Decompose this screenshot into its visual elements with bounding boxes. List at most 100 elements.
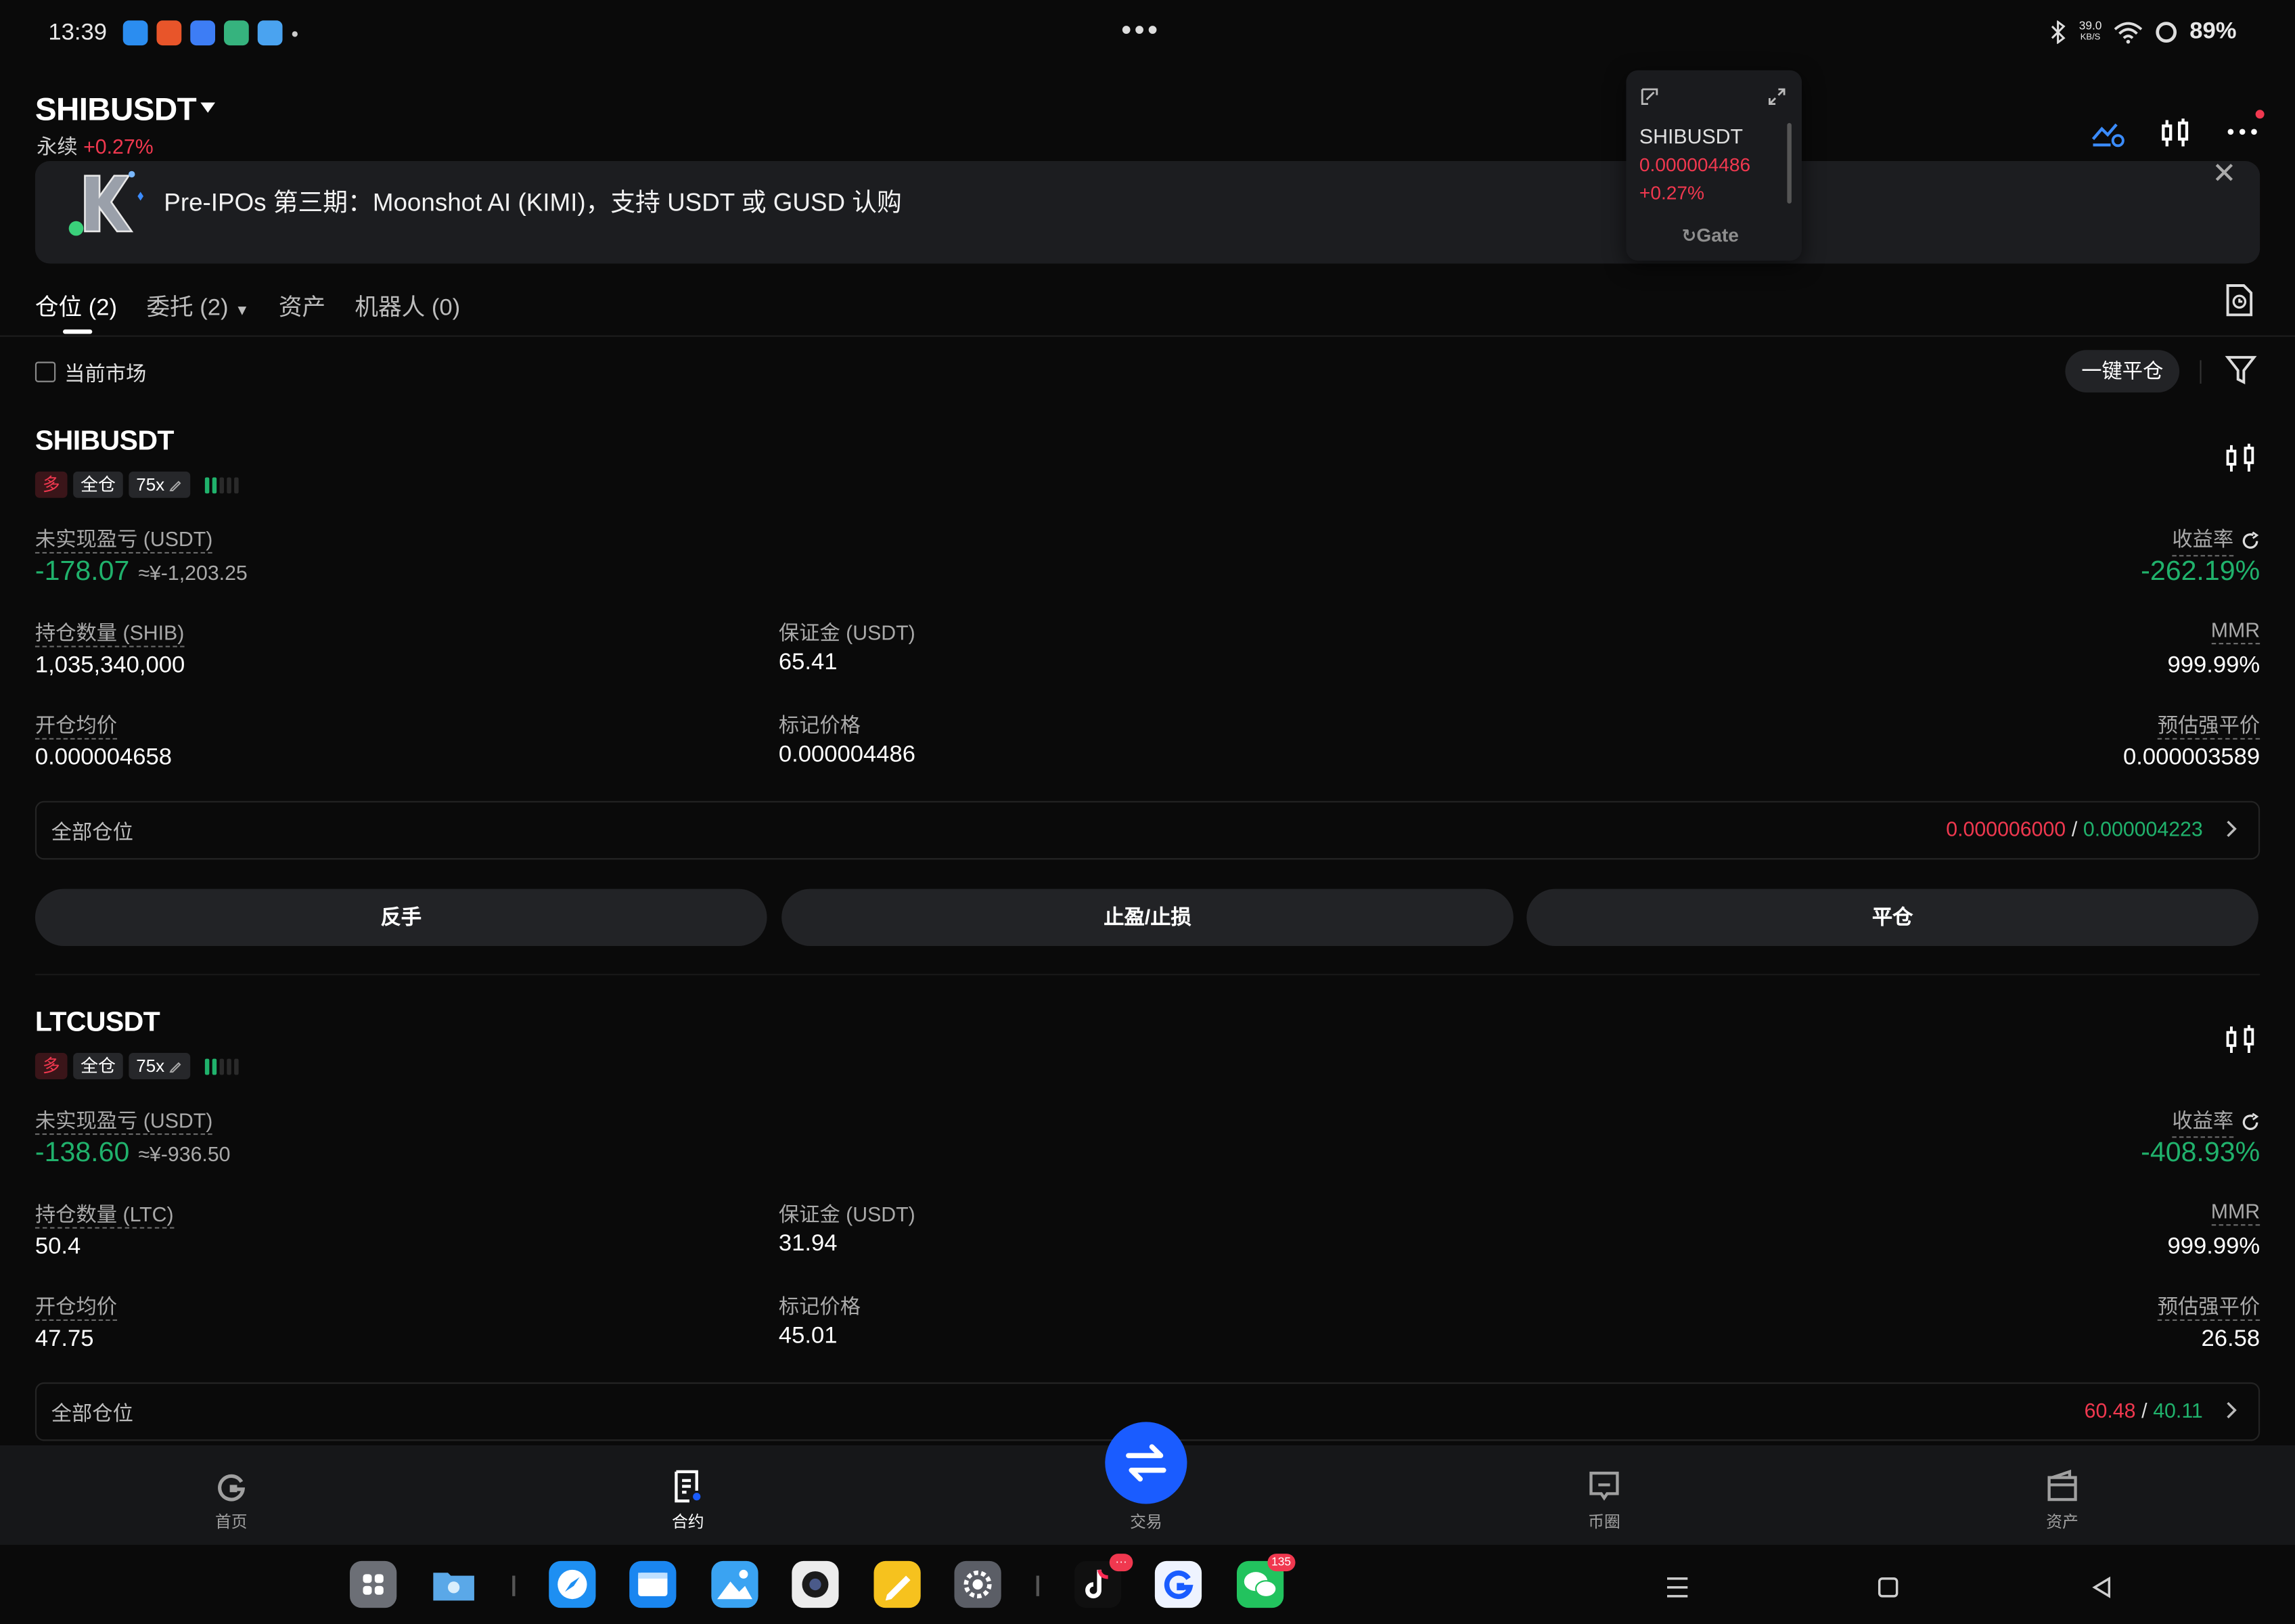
promo-banner[interactable]: Pre-IPOs 第三期：Moonshot AI (KIMI)，支持 USDT … [35, 158, 2260, 264]
divider [1036, 1575, 1039, 1596]
divider [0, 335, 2295, 337]
leverage-badge[interactable]: 75x [129, 1052, 191, 1079]
gallery-icon[interactable] [711, 1560, 758, 1608]
tab-orders[interactable]: 委托 (2) ▼ [146, 287, 249, 322]
margin-mode-badge[interactable]: 全仓 [73, 1052, 123, 1079]
banner-text[interactable]: Pre-IPOs 第三期：Moonshot AI (KIMI)，支持 USDT … [164, 181, 902, 218]
caret-down-icon: ▼ [235, 302, 250, 319]
pair-selector[interactable]: SHIBUSDT [35, 91, 197, 129]
app-drawer-icon[interactable] [350, 1560, 397, 1608]
widget-change: +0.27% [1639, 181, 1705, 204]
leverage-badge[interactable]: 75x [129, 471, 191, 498]
home-square-icon[interactable] [1876, 1576, 1900, 1600]
entry-price-value: 0.000004658 [35, 745, 173, 771]
margin-mode-badge[interactable]: 全仓 [73, 471, 123, 498]
window-handle-dots[interactable]: ••• [1121, 15, 1160, 49]
entry-price-value: 47.75 [35, 1326, 94, 1352]
position-symbol[interactable]: SHIBUSDT [35, 426, 175, 459]
reverse-button[interactable]: 反手 [35, 888, 767, 947]
app-notification-icon [122, 20, 148, 46]
pnl-value: -178.07 [35, 556, 130, 587]
browser-compass-icon[interactable] [549, 1560, 596, 1608]
refresh-icon[interactable] [2241, 1112, 2260, 1131]
entry-price-label: 开仓均价 [35, 1292, 118, 1322]
more-dots-icon[interactable] [2225, 111, 2260, 146]
futures-document-icon [675, 1470, 701, 1503]
folder-icon[interactable] [430, 1561, 477, 1608]
tpsl-button[interactable]: 止盈/止损 [781, 888, 1514, 947]
caret-down-icon[interactable] [200, 102, 216, 113]
risk-level-indicator [205, 1058, 240, 1075]
candlestick-chart-icon[interactable] [2158, 115, 2193, 150]
mark-price-label: 标记价格 [778, 713, 861, 737]
roe-label: 收益率 [2172, 1106, 2260, 1138]
status-time: 13:39 [48, 20, 108, 46]
gate-home-icon [218, 1474, 246, 1502]
back-triangle-icon[interactable] [2090, 1576, 2114, 1600]
gate-app-icon[interactable] [1154, 1560, 1202, 1608]
margin-value: 31.94 [778, 1232, 838, 1257]
close-position-button[interactable]: 平仓 [1526, 888, 2258, 947]
all-positions-tpsl-row[interactable]: 全部仓位 0.000006000 / 0.000004223 [35, 800, 2260, 860]
expand-icon[interactable] [1768, 88, 1786, 106]
margin-label: 保证金 (USDT) [778, 621, 915, 645]
current-market-checkbox[interactable] [35, 361, 56, 382]
history-record-icon[interactable] [2223, 283, 2256, 318]
nav-assets[interactable]: 资产 [2004, 1469, 2121, 1533]
close-all-button[interactable]: 一键平仓 [2065, 350, 2180, 392]
margin-label: 保证金 (USDT) [778, 1202, 915, 1226]
mark-price-label: 标记价格 [778, 1294, 861, 1318]
tpsl-values: 0.000006000 / 0.000004223 [1946, 817, 2241, 841]
more-menu[interactable] [2225, 110, 2265, 154]
files-icon[interactable] [629, 1560, 677, 1608]
app-notification-icon [190, 20, 216, 46]
position-chart-icon[interactable] [2225, 1024, 2257, 1056]
app-notification-icon [223, 20, 249, 46]
tab-positions[interactable]: 仓位 (2) [35, 287, 117, 322]
edit-icon [170, 1062, 182, 1073]
current-market-label[interactable]: 当前市场 [64, 359, 146, 388]
nav-futures[interactable]: 合约 [629, 1469, 746, 1533]
tab-assets[interactable]: 资产 [279, 287, 325, 322]
all-positions-label: 全部仓位 [51, 819, 133, 844]
contract-type: 永续 [37, 135, 78, 158]
strategy-chart-icon[interactable] [2090, 115, 2125, 150]
pair-subtitle: 永续 +0.27% [37, 132, 154, 161]
roe-label: 收益率 [2172, 524, 2260, 557]
camera-icon[interactable] [792, 1560, 839, 1608]
recent-apps-icon[interactable] [1664, 1576, 1691, 1600]
stop-loss-value: 0.000004223 [2083, 817, 2203, 841]
pnl-cny: ≈¥-936.50 [138, 1142, 231, 1166]
take-profit-value: 0.000006000 [1946, 817, 2066, 841]
app-root: 13:39 • ••• 39.0 KB/S 89% SHIBUSDT 永续 +0… [0, 0, 2295, 1624]
floating-price-widget[interactable]: SHIBUSDT 0.000004486 +0.27% ↻Gate [1626, 70, 1802, 261]
settings-gear-icon[interactable] [954, 1560, 1001, 1608]
notes-pencil-icon[interactable] [873, 1560, 921, 1608]
tiktok-icon[interactable]: ··· [1074, 1554, 1133, 1608]
nav-trade-label[interactable]: 交易 [1087, 1510, 1204, 1533]
position-chart-icon[interactable] [2225, 443, 2257, 475]
nav-community[interactable]: 币圈 [1545, 1469, 1662, 1533]
widget-scrollbar[interactable] [1787, 122, 1792, 204]
liq-price-label: 预估强平价 [2157, 1292, 2260, 1322]
trade-button[interactable] [1105, 1422, 1187, 1504]
nav-home[interactable]: 首页 [173, 1469, 290, 1533]
mmr-label: MMR [2210, 1199, 2260, 1226]
collapse-icon[interactable] [1641, 88, 1658, 106]
side-badge: 多 [35, 471, 68, 498]
tab-bots[interactable]: 机器人 (0) [355, 287, 460, 322]
mmr-label: MMR [2210, 618, 2260, 645]
notification-badge: ··· [1109, 1554, 1133, 1572]
divider [2200, 360, 2202, 384]
banner-close-button[interactable]: ✕ [2212, 155, 2236, 191]
roe-value: -262.19% [2141, 556, 2260, 587]
position-symbol[interactable]: LTCUSDT [35, 1008, 160, 1040]
size-value: 1,035,340,000 [35, 653, 185, 678]
filter-icon[interactable] [2225, 351, 2257, 386]
wechat-icon[interactable]: 135 [1236, 1554, 1296, 1608]
refresh-icon[interactable] [2241, 531, 2260, 549]
net-speed: 39.0 KB/S [2078, 19, 2102, 43]
more-notifications-dot: • [291, 21, 299, 45]
mark-price-value: 45.01 [778, 1324, 838, 1349]
status-app-icons: • [122, 20, 299, 46]
